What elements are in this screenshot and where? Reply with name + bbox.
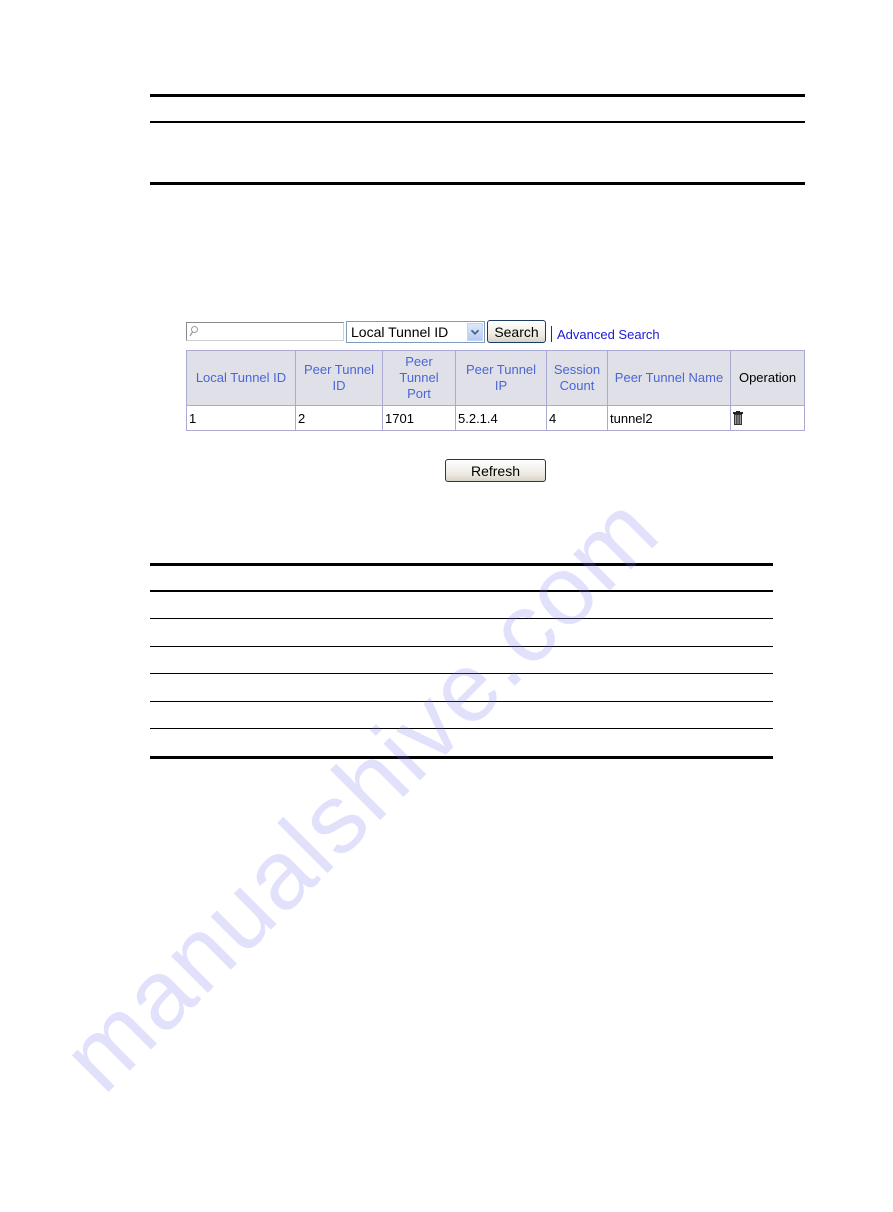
doc-table2-row-rule bbox=[150, 701, 773, 702]
doc-table2-row-rule bbox=[150, 646, 773, 647]
doc-table2-top-rule bbox=[150, 563, 773, 566]
chevron-down-icon[interactable] bbox=[467, 323, 483, 341]
watermark: manualshive.com bbox=[40, 473, 680, 1112]
doc-table2-bottom-rule bbox=[150, 756, 773, 759]
doc-table2-row-rule bbox=[150, 673, 773, 674]
magnifier-icon bbox=[189, 326, 198, 337]
cell-peer-tunnel-port: 1701 bbox=[382, 405, 456, 431]
column-header-peer-tunnel-ip: Peer Tunnel IP bbox=[455, 350, 547, 406]
refresh-button[interactable]: Refresh bbox=[445, 459, 546, 482]
doc-table-header-rule bbox=[150, 121, 805, 123]
separator bbox=[551, 326, 552, 342]
column-header-local-tunnel-id: Local Tunnel ID bbox=[186, 350, 296, 406]
cell-peer-tunnel-name: tunnel2 bbox=[607, 405, 731, 431]
cell-peer-tunnel-ip: 5.2.1.4 bbox=[455, 405, 547, 431]
table-header-row: Local Tunnel ID Peer Tunnel ID Peer Tunn… bbox=[186, 350, 805, 406]
column-header-peer-tunnel-name: Peer Tunnel Name bbox=[607, 350, 731, 406]
doc-table2-row-rule bbox=[150, 728, 773, 729]
cell-local-tunnel-id: 1 bbox=[186, 405, 296, 431]
doc-table-top-rule bbox=[150, 94, 805, 97]
trash-icon[interactable] bbox=[733, 410, 743, 425]
cell-session-count: 4 bbox=[546, 405, 608, 431]
search-button[interactable]: Search bbox=[487, 320, 546, 343]
doc-table-bottom-rule bbox=[150, 182, 805, 185]
column-header-operation: Operation bbox=[730, 350, 805, 406]
search-text-field[interactable] bbox=[201, 324, 341, 339]
search-field-selected: Local Tunnel ID bbox=[351, 324, 449, 340]
column-header-peer-tunnel-port: Peer Tunnel Port bbox=[382, 350, 456, 406]
search-input[interactable] bbox=[186, 322, 344, 341]
doc-table2-row-rule bbox=[150, 618, 773, 619]
doc-table2-header-rule bbox=[150, 590, 773, 592]
cell-peer-tunnel-id: 2 bbox=[295, 405, 383, 431]
column-header-peer-tunnel-id: Peer Tunnel ID bbox=[295, 350, 383, 406]
cell-operation bbox=[730, 405, 805, 431]
advanced-search-link[interactable]: Advanced Search bbox=[557, 327, 660, 342]
table-row: 1 2 1701 5.2.1.4 4 tunnel2 bbox=[186, 405, 805, 431]
column-header-session-count: Session Count bbox=[546, 350, 608, 406]
tunnel-table: Local Tunnel ID Peer Tunnel ID Peer Tunn… bbox=[186, 350, 805, 431]
search-field-select[interactable]: Local Tunnel ID bbox=[346, 321, 485, 343]
